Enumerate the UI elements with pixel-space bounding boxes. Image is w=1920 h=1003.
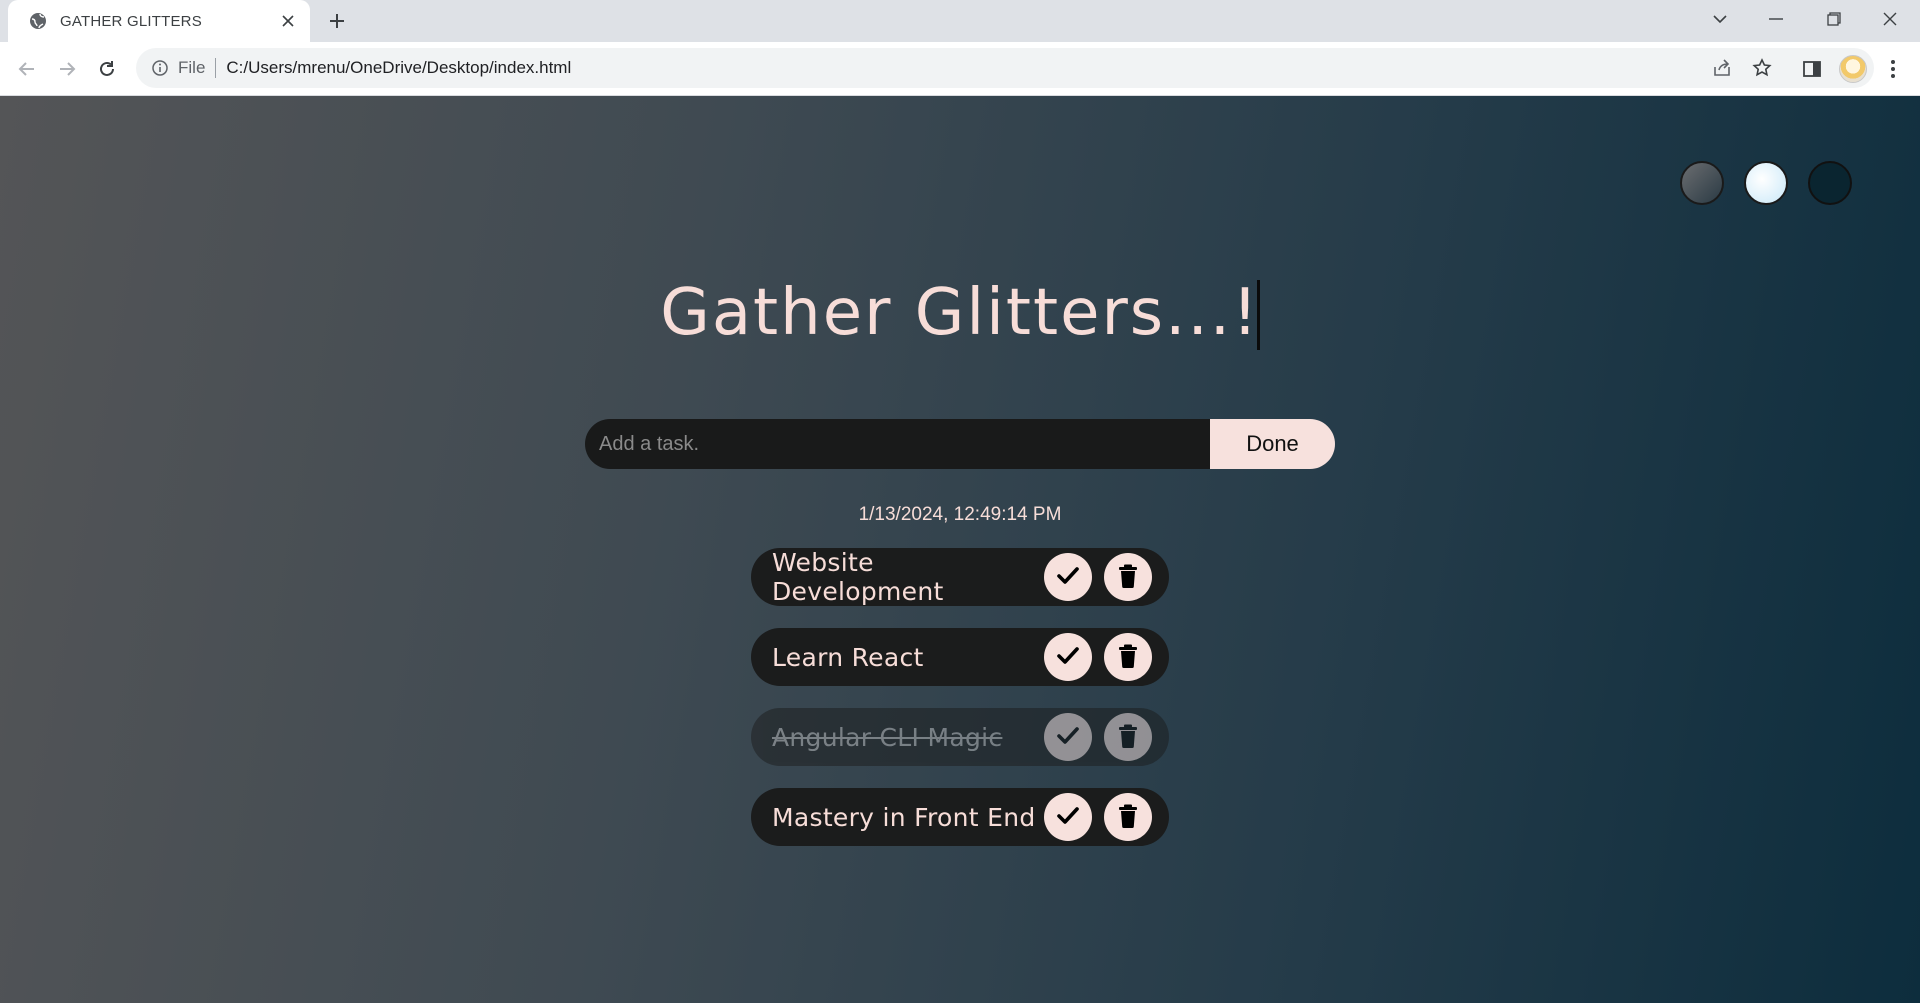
restore-icon[interactable] <box>1806 0 1862 38</box>
minimize-icon[interactable] <box>1748 0 1804 38</box>
url-separator <box>215 58 217 78</box>
side-panel-icon[interactable] <box>1798 55 1826 83</box>
check-button[interactable] <box>1044 793 1092 841</box>
tab-strip: GATHER GLITTERS <box>0 0 1920 42</box>
todo-item: Mastery in Front End <box>751 788 1169 846</box>
datetime-display: 1/13/2024, 12:49:14 PM <box>858 504 1062 525</box>
check-icon <box>1057 726 1079 748</box>
url-scheme: File <box>178 58 206 77</box>
tab-title: GATHER GLITTERS <box>60 12 202 30</box>
check-button[interactable] <box>1044 553 1092 601</box>
forward-icon[interactable] <box>50 52 84 86</box>
profile-avatar[interactable] <box>1839 55 1867 83</box>
reload-icon[interactable] <box>90 52 124 86</box>
delete-button[interactable] <box>1104 713 1152 761</box>
page-viewport: Gather Glitters...! Done 1/13/2024, 12:4… <box>0 96 1920 1003</box>
todo-item-completed: Angular CLI Magic <box>751 708 1169 766</box>
check-button[interactable] <box>1044 713 1092 761</box>
trash-icon <box>1118 564 1138 591</box>
trash-icon <box>1118 804 1138 831</box>
task-input[interactable] <box>585 419 1210 469</box>
share-icon[interactable] <box>1710 56 1734 80</box>
avatar <box>1839 55 1867 83</box>
todo-item: Website Development <box>751 548 1169 606</box>
delete-button[interactable] <box>1104 793 1152 841</box>
theme-light-button[interactable] <box>1744 161 1788 205</box>
done-button[interactable]: Done <box>1210 419 1335 469</box>
delete-button[interactable] <box>1104 553 1152 601</box>
info-icon[interactable] <box>150 58 170 78</box>
trash-icon <box>1118 724 1138 751</box>
tab-search-icon[interactable] <box>1692 0 1748 38</box>
browser-toolbar: File C:/Users/mrenu/OneDrive/Desktop/ind… <box>0 42 1920 96</box>
add-task-form: Done <box>585 419 1335 469</box>
theme-darker-button[interactable] <box>1808 161 1852 205</box>
todo-item: Learn React <box>751 628 1169 686</box>
todo-list: Website Development Learn React Angular … <box>751 548 1169 868</box>
trash-icon <box>1118 644 1138 671</box>
menu-icon[interactable] <box>1879 55 1907 83</box>
todo-text: Mastery in Front End <box>772 802 1036 832</box>
bookmark-star-icon[interactable] <box>1750 56 1774 80</box>
address-bar[interactable]: File C:/Users/mrenu/OneDrive/Desktop/ind… <box>136 48 1874 88</box>
close-window-icon[interactable] <box>1862 0 1918 38</box>
close-tab-icon[interactable] <box>278 11 298 31</box>
theme-standard-button[interactable] <box>1680 161 1724 205</box>
check-button[interactable] <box>1044 633 1092 681</box>
check-icon <box>1057 806 1079 828</box>
back-icon[interactable] <box>10 52 44 86</box>
check-icon <box>1057 646 1079 668</box>
todo-text: Website Development <box>772 548 944 606</box>
todo-text: Learn React <box>772 642 924 672</box>
typing-cursor <box>1257 280 1260 350</box>
new-tab-button[interactable] <box>322 8 352 34</box>
browser-tab[interactable]: GATHER GLITTERS <box>8 0 310 42</box>
globe-icon <box>28 11 48 31</box>
delete-button[interactable] <box>1104 633 1152 681</box>
todo-text: Angular CLI Magic <box>772 722 1003 752</box>
url-text[interactable]: C:/Users/mrenu/OneDrive/Desktop/index.ht… <box>226 58 571 78</box>
page-title: Gather Glitters...! <box>660 276 1260 350</box>
check-icon <box>1057 566 1079 588</box>
